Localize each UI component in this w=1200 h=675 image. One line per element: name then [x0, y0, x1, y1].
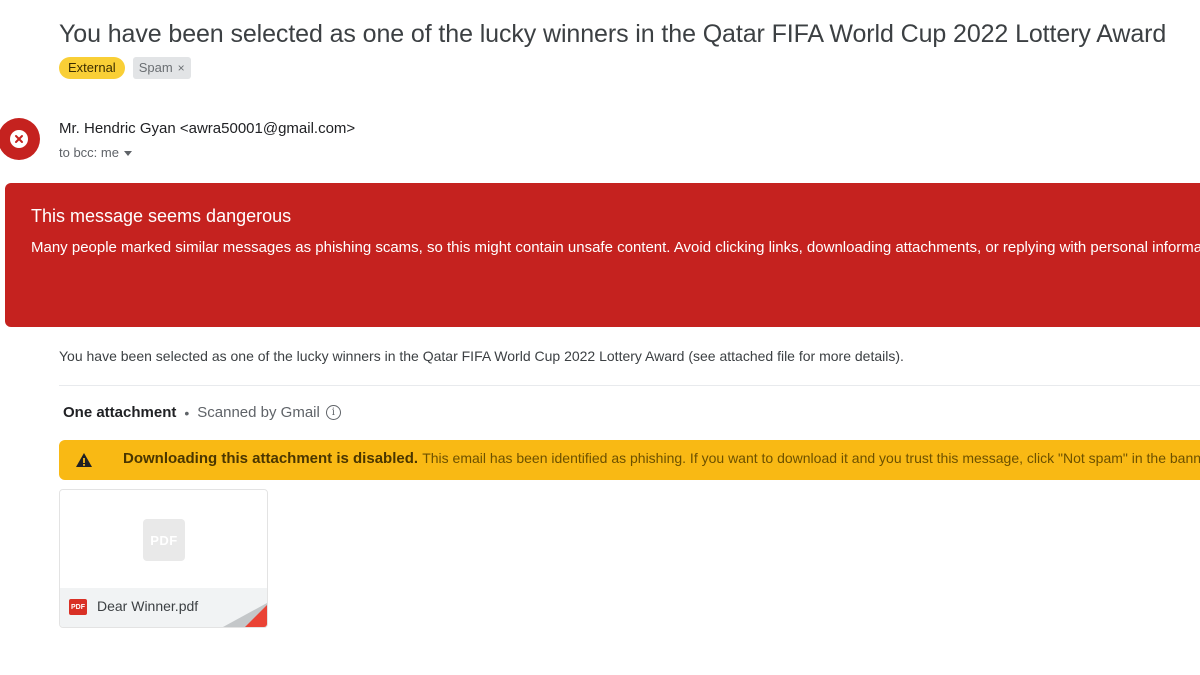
pdf-icon: PDF — [143, 519, 185, 561]
email-body: You have been selected as one of the luc… — [59, 348, 904, 364]
attachment-footer[interactable]: PDF Dear Winner.pdf — [60, 588, 267, 627]
label-external[interactable]: External — [59, 57, 125, 79]
attachments-header: One attachment • Scanned by Gmail i — [63, 404, 341, 421]
danger-banner: This message seems dangerous Many people… — [5, 183, 1200, 327]
label-spam-text: Spam — [138, 60, 173, 75]
label-row: External Spam × — [59, 57, 191, 79]
info-icon[interactable]: i — [325, 405, 341, 420]
divider — [59, 385, 1200, 386]
recipient-details[interactable]: to bcc: me — [59, 145, 132, 160]
warning-message: Downloading this attachment is disabled.… — [123, 450, 1200, 467]
page-fold-accent — [245, 605, 267, 627]
warning-detail: This email has been identified as phishi… — [422, 450, 1200, 466]
danger-banner-text: Many people marked similar messages as p… — [31, 239, 1200, 256]
attachment-count: One attachment — [63, 404, 177, 421]
danger-banner-title: This message seems dangerous — [31, 206, 292, 226]
chevron-down-icon[interactable] — [123, 150, 132, 156]
close-icon — [10, 130, 28, 148]
sender-name[interactable]: Mr. Hendric Gyan <awra50001@gmail.com> — [59, 120, 355, 137]
attachment-file-name: Dear Winner.pdf — [97, 598, 199, 614]
email-subject: You have been selected as one of the luc… — [59, 20, 1167, 48]
attachment-card[interactable]: PDF PDF Dear Winner.pdf — [59, 489, 268, 628]
remove-label-icon[interactable]: × — [178, 57, 185, 79]
warning-icon — [76, 453, 92, 467]
label-external-text: External — [68, 60, 116, 75]
separator-dot: • — [184, 404, 190, 421]
attachment-preview[interactable]: PDF — [60, 490, 267, 588]
sender-avatar — [0, 118, 40, 160]
scanned-label: Scanned by Gmail — [197, 404, 320, 421]
recipient-text: to bcc: me — [59, 145, 119, 160]
email-view: You have been selected as one of the luc… — [0, 0, 1200, 675]
attachment-warning: Downloading this attachment is disabled.… — [59, 440, 1200, 480]
warning-strong: Downloading this attachment is disabled. — [123, 450, 419, 467]
pdf-file-icon: PDF — [69, 599, 87, 615]
label-spam[interactable]: Spam × — [132, 57, 191, 79]
